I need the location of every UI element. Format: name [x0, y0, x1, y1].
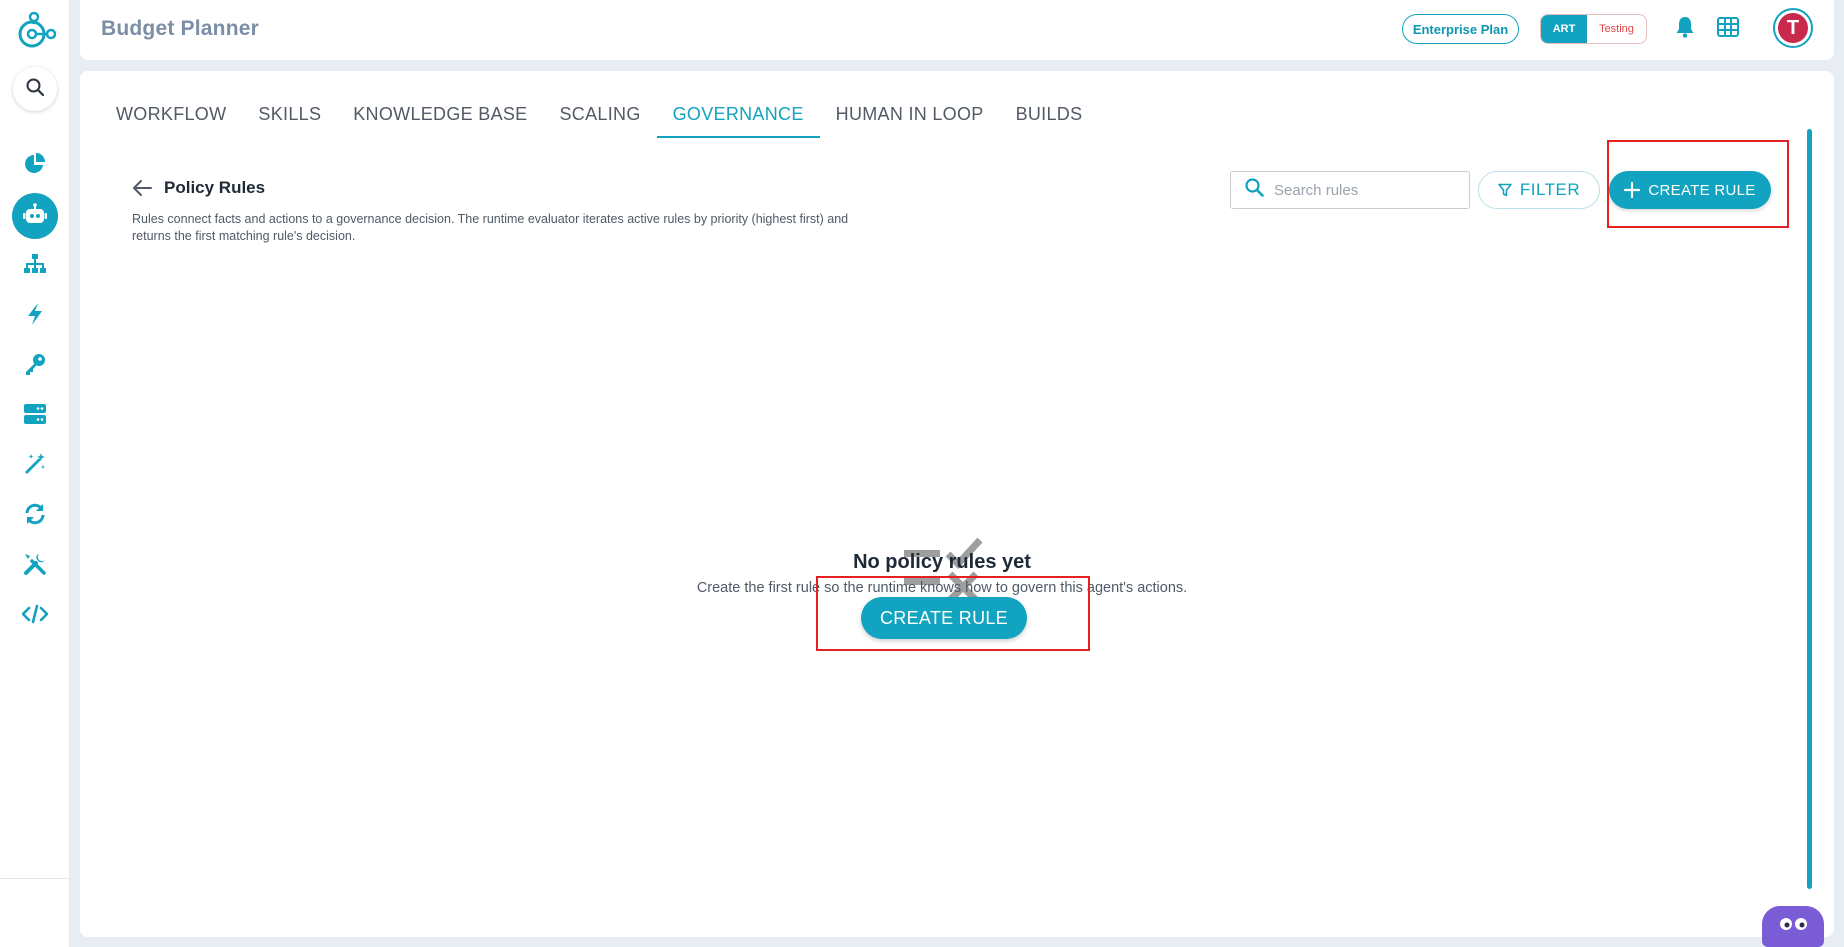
search-icon: [26, 78, 45, 101]
app-logo-icon[interactable]: [13, 10, 57, 52]
create-first-rule-button[interactable]: CREATE RULE: [861, 597, 1027, 639]
sidebar-item-analytics[interactable]: [12, 143, 58, 189]
sidebar-item-tools[interactable]: [12, 543, 58, 589]
scrollbar-thumb[interactable]: [1807, 129, 1812, 889]
main-panel: WORKFLOW SKILLS KNOWLEDGE BASE SCALING G…: [80, 71, 1834, 937]
sidebar-item-code[interactable]: [12, 593, 58, 639]
tab-governance[interactable]: GOVERNANCE: [656, 95, 820, 138]
filter-label: FILTER: [1519, 180, 1581, 199]
env-option-art[interactable]: ART: [1541, 15, 1587, 43]
page-header: Policy Rules: [132, 178, 265, 198]
grid-icon: [1717, 16, 1739, 42]
sitemap-icon: [23, 253, 47, 280]
notifications-button[interactable]: [1670, 14, 1700, 44]
tab-bar: WORKFLOW SKILLS KNOWLEDGE BASE SCALING G…: [100, 95, 1099, 138]
chat-assistant-button[interactable]: [1762, 906, 1824, 947]
tab-skills[interactable]: SKILLS: [242, 95, 337, 135]
sidebar-item-hierarchy[interactable]: [12, 243, 58, 289]
sidebar-item-triggers[interactable]: [12, 293, 58, 339]
server-icon: [23, 403, 47, 430]
sidebar-item-sync[interactable]: [12, 493, 58, 539]
sidebar-item-agents[interactable]: [12, 193, 58, 239]
robot-icon: [22, 202, 48, 231]
create-rule-label: CREATE RULE: [1648, 181, 1756, 199]
filter-button[interactable]: FILTER: [1478, 171, 1600, 209]
apps-grid-button[interactable]: [1713, 14, 1743, 44]
sidebar: [0, 0, 70, 947]
sidebar-item-servers[interactable]: [12, 393, 58, 439]
search-rules-field[interactable]: [1230, 171, 1470, 209]
back-arrow-icon[interactable]: [132, 178, 152, 198]
avatar-initial: T: [1778, 13, 1808, 43]
empty-state-description: Create the first rule so the runtime kno…: [696, 580, 1188, 596]
tab-human-in-loop[interactable]: HUMAN IN LOOP: [820, 95, 1000, 135]
environment-toggle[interactable]: ART Testing: [1540, 14, 1647, 44]
tab-workflow[interactable]: WORKFLOW: [100, 95, 242, 135]
code-icon: [21, 604, 49, 629]
page-title: Policy Rules: [164, 178, 266, 197]
sidebar-item-keys[interactable]: [12, 343, 58, 389]
env-option-testing[interactable]: Testing: [1587, 15, 1646, 43]
plus-icon: [1624, 182, 1641, 198]
magic-wand-icon: [23, 452, 47, 481]
tab-knowledge-base[interactable]: KNOWLEDGE BASE: [337, 95, 543, 135]
filter-icon: [1498, 183, 1512, 197]
app-title: Budget Planner: [101, 17, 259, 40]
enterprise-plan-button[interactable]: Enterprise Plan: [1402, 14, 1519, 44]
tools-icon: [23, 552, 47, 581]
bell-icon: [1675, 16, 1695, 43]
empty-state-title: No policy rules yet: [853, 551, 1031, 573]
sidebar-divider: [0, 878, 70, 879]
search-icon: [1245, 178, 1264, 202]
top-header: Budget Planner Enterprise Plan ART Testi…: [80, 0, 1834, 60]
global-search-button[interactable]: [13, 67, 57, 111]
key-icon: [23, 352, 47, 381]
lightning-icon: [25, 302, 45, 331]
search-rules-input[interactable]: [1274, 181, 1454, 199]
page-description: Rules connect facts and actions to a gov…: [132, 212, 849, 243]
create-rule-button[interactable]: CREATE RULE: [1609, 171, 1771, 209]
tab-scaling[interactable]: SCALING: [544, 95, 657, 135]
user-avatar[interactable]: T: [1773, 8, 1813, 48]
tab-builds[interactable]: BUILDS: [1000, 95, 1099, 135]
sidebar-item-magic[interactable]: [12, 443, 58, 489]
vertical-scrollbar[interactable]: [1804, 127, 1814, 927]
pie-chart-icon: [23, 152, 47, 181]
sync-icon: [23, 502, 47, 531]
bot-face-icon: [1773, 912, 1813, 941]
